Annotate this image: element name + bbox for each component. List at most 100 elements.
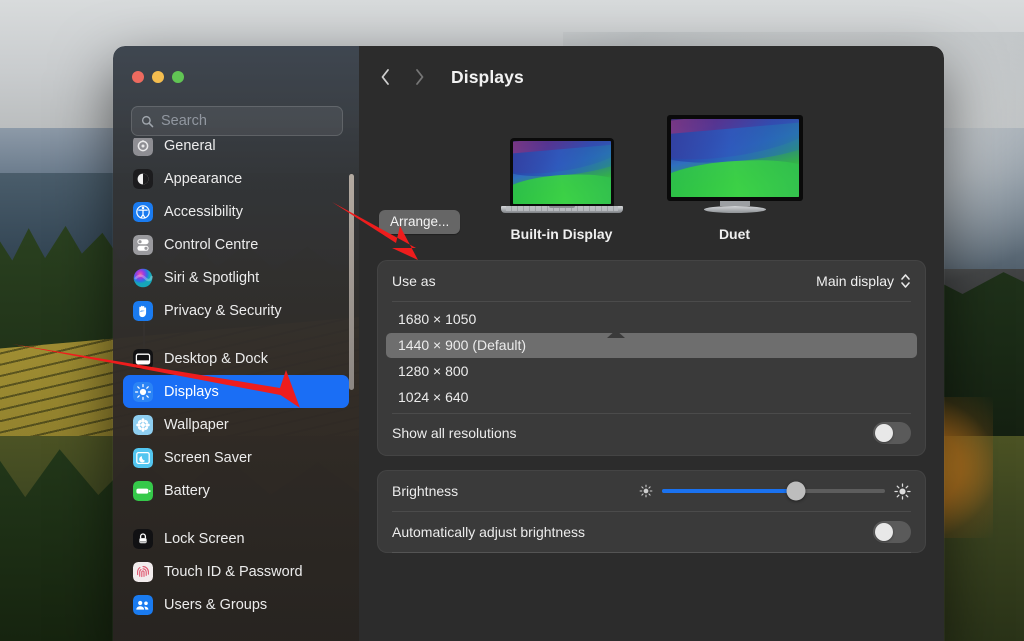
- resolution-option-selected[interactable]: 1440 × 900 (Default): [386, 332, 917, 358]
- sidebar: Search General Appearance Accessibility …: [113, 46, 359, 641]
- sidebar-item-label: Wallpaper: [164, 416, 229, 433]
- display-duet[interactable]: Duet: [666, 115, 803, 242]
- sidebar-item-users-groups[interactable]: Users & Groups: [123, 588, 349, 621]
- sidebar-item-touch-id-password[interactable]: Touch ID & Password: [123, 555, 349, 588]
- display-name-label: Duet: [718, 226, 751, 242]
- sidebar-item-label: Screen Saver: [164, 449, 252, 466]
- screen-saver-icon: [133, 447, 153, 468]
- chevron-left-icon[interactable]: [375, 67, 395, 87]
- resolution-option[interactable]: 1280 × 800: [386, 359, 917, 384]
- laptop-screen: [509, 138, 614, 206]
- accessibility-icon: [133, 201, 153, 222]
- desktop-dock-icon: [133, 348, 153, 369]
- sidebar-item-siri-spotlight[interactable]: Siri & Spotlight: [123, 261, 349, 294]
- search-icon: [141, 115, 154, 127]
- sidebar-item-wallpaper[interactable]: Wallpaper: [123, 408, 349, 441]
- sidebar-item-label: Lock Screen: [164, 530, 245, 547]
- auto-brightness-toggle[interactable]: [873, 520, 911, 543]
- sidebar-scrollbar[interactable]: [349, 174, 354, 390]
- resolution-option[interactable]: 1680 × 1050: [386, 307, 917, 332]
- window-controls: [132, 71, 184, 83]
- show-all-resolutions-row: Show all resolutions: [378, 413, 925, 453]
- sidebar-item-appearance[interactable]: Appearance: [123, 162, 349, 195]
- auto-brightness-row: Automatically adjust brightness: [378, 512, 925, 552]
- sidebar-item-label: Control Centre: [164, 236, 259, 253]
- use-as-row[interactable]: Use as Main display: [378, 261, 925, 301]
- use-as-value[interactable]: Main display: [816, 272, 911, 290]
- users-groups-icon: [133, 594, 153, 615]
- search-placeholder: Search: [161, 113, 207, 129]
- brightness-low-icon: [639, 484, 653, 498]
- monitor-base: [703, 206, 766, 213]
- sidebar-item-label: Users & Groups: [164, 596, 268, 613]
- sidebar-item-general[interactable]: General: [123, 138, 349, 162]
- content-toolbar: Displays: [359, 46, 944, 108]
- show-all-resolutions-toggle[interactable]: [873, 422, 911, 444]
- sidebar-item-label: Touch ID & Password: [164, 563, 303, 580]
- sidebar-item-accessibility[interactable]: Accessibility: [123, 195, 349, 228]
- monitor-screen: [666, 115, 803, 201]
- auto-brightness-label: Automatically adjust brightness: [392, 523, 585, 540]
- laptop-keyboard: [505, 206, 618, 211]
- sidebar-item-label: Privacy & Security: [164, 302, 282, 319]
- resolution-option[interactable]: 1024 × 640: [386, 385, 917, 410]
- touch-id-icon: [133, 561, 153, 582]
- show-all-resolutions-label: Show all resolutions: [392, 425, 517, 441]
- battery-icon: [133, 480, 153, 501]
- brightness-label: Brightness: [392, 483, 459, 499]
- sidebar-item-lock-screen[interactable]: Lock Screen: [123, 522, 349, 555]
- selection-pointer: [606, 330, 625, 338]
- brightness-row: Brightness: [378, 471, 925, 511]
- sidebar-item-label: Accessibility: [164, 203, 243, 220]
- monitor-wallpaper-preview: [670, 119, 799, 197]
- brightness-card: Brightness Automatically adjust brightne…: [377, 470, 926, 553]
- resolution-list: 1680 × 1050 1440 × 900 (Default) 1280 × …: [378, 302, 925, 413]
- arrange-button[interactable]: Arrange...: [379, 210, 461, 234]
- control-centre-icon: [133, 234, 153, 255]
- chevron-updown-icon: [901, 274, 910, 288]
- sidebar-scroll-area[interactable]: General Appearance Accessibility Control…: [113, 138, 359, 641]
- sidebar-item-label: General: [164, 138, 216, 154]
- wallpaper-icon: [133, 414, 153, 435]
- zoom-button[interactable]: [172, 71, 184, 83]
- resolution-card: Use as Main display 1680 × 1050 1440 × 9…: [377, 260, 926, 456]
- sidebar-item-label: Displays: [164, 383, 219, 400]
- sidebar-item-label: Siri & Spotlight: [164, 269, 260, 286]
- brightness-fill: [662, 489, 796, 493]
- sidebar-item-label: Appearance: [164, 170, 243, 187]
- page-title: Displays: [451, 66, 524, 87]
- sidebar-group-separator: [113, 327, 359, 342]
- system-settings-window: Search General Appearance Accessibility …: [113, 46, 944, 641]
- appearance-icon: [133, 168, 153, 189]
- lock-screen-icon: [133, 528, 153, 549]
- sidebar-item-control-centre[interactable]: Control Centre: [123, 228, 349, 261]
- content-pane: Displays Arrange... Built-in Display Due…: [359, 46, 944, 641]
- sidebar-item-displays[interactable]: Displays: [123, 375, 349, 408]
- sidebar-item-battery[interactable]: Battery: [123, 474, 349, 507]
- minimize-button[interactable]: [152, 71, 164, 83]
- brightness-knob[interactable]: [786, 481, 806, 501]
- chevron-right-icon[interactable]: [409, 67, 429, 87]
- use-as-value-text: Main display: [816, 273, 894, 289]
- search-field-wrapper: Search: [131, 106, 343, 136]
- laptop-wallpaper-preview: [512, 141, 611, 204]
- display-name-label: Built-in Display: [510, 226, 613, 242]
- brightness-slider[interactable]: [639, 481, 911, 501]
- sidebar-item-desktop-dock[interactable]: Desktop & Dock: [123, 342, 349, 375]
- brightness-track[interactable]: [662, 481, 885, 501]
- sidebar-item-privacy-security[interactable]: Privacy & Security: [123, 294, 349, 327]
- sidebar-group-separator: [113, 507, 359, 522]
- siri-icon: [133, 268, 153, 288]
- brightness-high-icon: [894, 482, 911, 500]
- divider: [392, 551, 911, 552]
- privacy-icon: [133, 300, 153, 321]
- sidebar-item-screen-saver[interactable]: Screen Saver: [123, 441, 349, 474]
- displays-icon: [133, 381, 153, 402]
- search-input[interactable]: Search: [131, 106, 343, 136]
- laptop-base: [500, 206, 623, 213]
- displays-selector: Arrange... Built-in Display Duet: [359, 114, 944, 242]
- close-button[interactable]: [132, 71, 144, 83]
- display-built-in[interactable]: Built-in Display: [500, 138, 623, 242]
- sidebar-item-label: Battery: [164, 482, 210, 499]
- gear-icon: [133, 138, 153, 156]
